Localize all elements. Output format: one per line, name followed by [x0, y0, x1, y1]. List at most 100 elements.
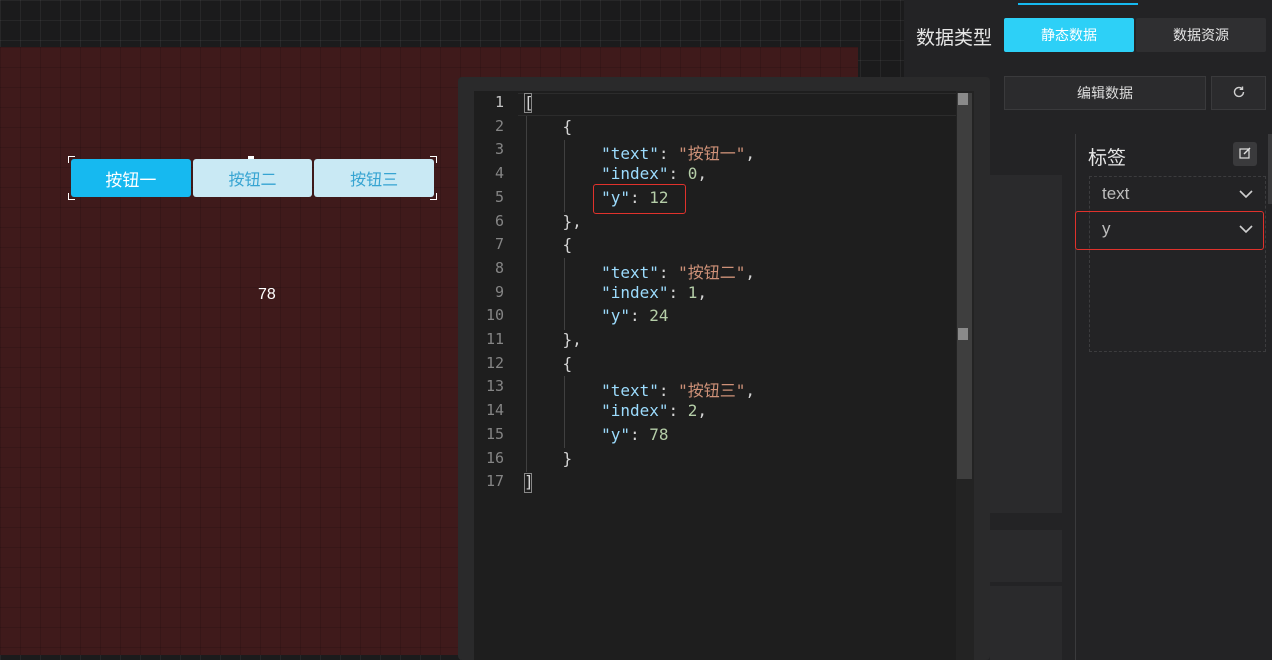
panel-block [990, 530, 1062, 582]
line-number: 15 [485, 424, 504, 443]
json-punct [524, 164, 601, 183]
code-line: "text": "按钮二", [524, 259, 755, 283]
json-key: "index" [601, 401, 669, 421]
json-string: "按钮一" [678, 144, 746, 164]
line-number: 16 [485, 448, 504, 467]
edit-icon [1238, 145, 1252, 164]
json-string: "按钮三" [678, 381, 746, 401]
code-line: "index": 0, [524, 164, 707, 183]
chevron-down-icon[interactable] [1239, 184, 1253, 204]
line-number: 9 [494, 282, 504, 301]
code-line: "y": 24 [524, 306, 669, 326]
line-number: 10 [485, 306, 504, 325]
code-line: "text": "按钮一", [524, 140, 755, 164]
refresh-button[interactable] [1211, 76, 1266, 110]
resize-handle-bottom-left[interactable] [68, 193, 75, 200]
line-number: 1 [494, 93, 504, 111]
json-key: "y" [601, 306, 630, 326]
code-line: [ [524, 93, 534, 112]
code-line: "index": 2, [524, 401, 707, 420]
resize-handle-bottom-right[interactable] [430, 193, 437, 200]
line-number: 6 [494, 211, 504, 230]
json-punct: : [629, 306, 650, 326]
json-key: "y" [601, 424, 630, 444]
button-group-component[interactable]: 按钮一 按钮二 按钮三 [71, 159, 435, 197]
line-number: 4 [494, 164, 504, 183]
label-section-title: 标签 [1088, 147, 1127, 169]
json-punct [524, 144, 601, 163]
line-number: 7 [494, 235, 504, 254]
json-punct: : [658, 144, 679, 164]
panel-edge-tab[interactable] [1268, 134, 1272, 204]
json-key: "text" [601, 144, 659, 164]
json-number: 1 [687, 282, 698, 302]
json-punct: , [745, 144, 756, 164]
json-string: "按钮二" [678, 262, 746, 282]
json-punct [524, 381, 601, 400]
highlight-box-y-field [1075, 211, 1264, 250]
line-number: 17 [485, 472, 504, 491]
json-key: "index" [601, 282, 669, 302]
json-punct: { [524, 353, 573, 373]
line-number: 11 [485, 330, 504, 348]
json-number: 78 [649, 424, 669, 444]
json-number: 2 [687, 401, 698, 421]
button-three[interactable]: 按钮三 [314, 159, 435, 197]
highlight-box-y-key [593, 184, 686, 214]
code-line: }, [524, 212, 582, 231]
json-punct: , [745, 262, 756, 282]
json-punct: , [697, 164, 708, 184]
line-number: 3 [494, 140, 504, 159]
line-number: 2 [494, 116, 504, 135]
json-number: 24 [649, 306, 669, 326]
json-punct: ] [524, 472, 534, 492]
json-punct: : [668, 164, 688, 184]
panel-block [990, 175, 1062, 513]
button-two[interactable]: 按钮二 [192, 159, 313, 197]
edit-data-button[interactable]: 编辑数据 [1004, 76, 1206, 110]
json-punct: }, [524, 330, 582, 349]
data-resource-button[interactable]: 数据资源 [1136, 18, 1266, 52]
json-punct: [ [524, 93, 534, 112]
resize-handle-top-right[interactable] [430, 156, 437, 163]
static-data-button[interactable]: 静态数据 [1004, 18, 1134, 52]
json-punct [524, 425, 601, 444]
json-punct [524, 306, 601, 325]
field-name: text [1102, 184, 1130, 203]
json-punct: : [658, 381, 679, 401]
code-line: "y": 78 [524, 424, 669, 444]
label-edit-button[interactable] [1233, 142, 1257, 166]
current-line-highlight [518, 93, 958, 116]
json-key: "text" [601, 381, 659, 401]
refresh-icon [1232, 84, 1246, 103]
json-punct [524, 401, 601, 420]
json-key: "text" [601, 262, 659, 282]
json-punct: { [524, 116, 573, 136]
json-punct: : [658, 262, 679, 282]
code-line: ] [524, 472, 534, 491]
line-number: 14 [485, 401, 504, 420]
code-line: }, [524, 330, 582, 349]
value-text-component[interactable]: 78 [258, 286, 276, 304]
json-punct: : [629, 424, 650, 444]
scrollbar-marker [958, 328, 968, 340]
json-punct: , [697, 282, 708, 302]
code-line: "index": 1, [524, 283, 707, 302]
json-number: 0 [687, 164, 698, 184]
code-line: { [524, 353, 573, 373]
json-punct: }, [524, 211, 582, 231]
json-punct: : [668, 401, 688, 421]
line-number: 12 [485, 353, 504, 372]
data-type-label: 数据类型 [916, 27, 993, 49]
editor-scrollbar-thumb[interactable] [957, 93, 972, 479]
json-punct: { [524, 235, 573, 255]
json-punct [524, 263, 601, 282]
label-field-text[interactable]: text [1090, 177, 1265, 211]
json-punct [524, 283, 601, 302]
active-tab-indicator [1018, 3, 1138, 5]
json-punct [524, 188, 601, 207]
json-punct: , [697, 401, 708, 421]
button-one[interactable]: 按钮一 [71, 159, 191, 197]
resize-handle-top-middle[interactable] [248, 156, 254, 159]
resize-handle-top-left[interactable] [68, 156, 75, 163]
